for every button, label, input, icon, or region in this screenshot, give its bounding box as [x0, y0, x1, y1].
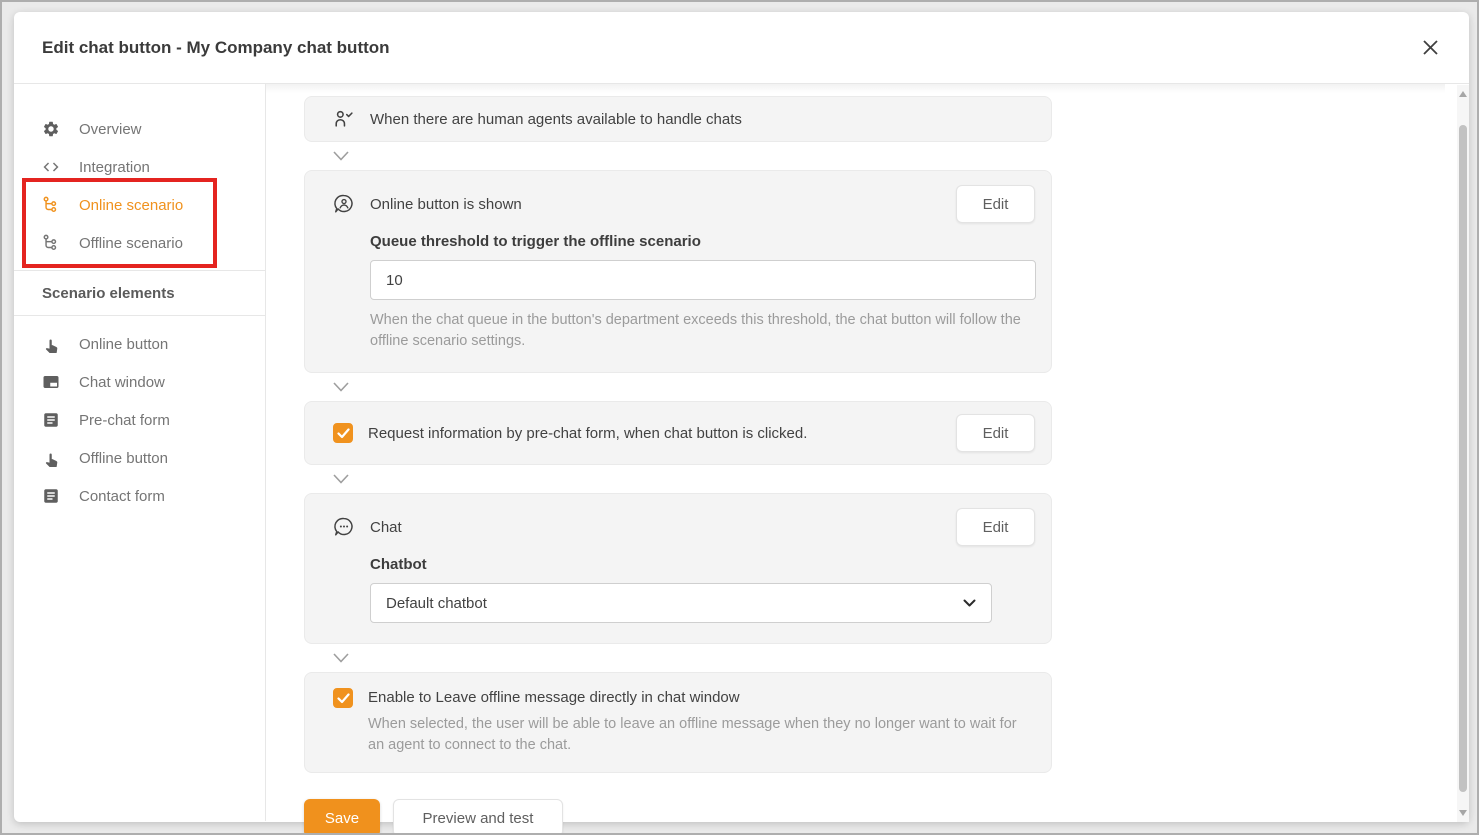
online-button-panel-title: Online button is shown	[370, 196, 522, 213]
scenario-tree-icon	[42, 196, 60, 214]
chatbot-selected-value: Default chatbot	[386, 595, 487, 612]
queue-threshold-help: When the chat queue in the button's depa…	[370, 310, 1035, 352]
sidebar-item-pre-chat-form[interactable]: Pre-chat form	[14, 401, 265, 439]
scrollbar-down-arrow[interactable]	[1457, 806, 1469, 820]
prechat-form-panel: Request information by pre-chat form, wh…	[304, 401, 1052, 465]
agent-bubble-icon	[333, 193, 355, 215]
sidebar-item-online-button[interactable]: Online button	[14, 325, 265, 363]
touch-button-icon	[42, 449, 60, 467]
scenario-content: When there are human agents available to…	[266, 84, 1469, 821]
action-bar: Save Preview and test	[304, 799, 1469, 835]
form-icon	[42, 487, 60, 505]
sidebar-item-integration[interactable]: Integration	[14, 148, 265, 186]
chevron-down-icon[interactable]	[333, 382, 349, 392]
preview-and-test-button[interactable]: Preview and test	[393, 799, 563, 835]
chevron-down-icon[interactable]	[333, 151, 349, 161]
close-icon	[1422, 39, 1439, 56]
save-button[interactable]: Save	[304, 799, 380, 835]
online-button-panel: Online button is shown Edit Queue thresh…	[304, 170, 1052, 373]
touch-button-icon	[42, 335, 60, 353]
availability-condition-text: When there are human agents available to…	[370, 111, 742, 128]
sidebar-item-offline-scenario[interactable]: Offline scenario	[14, 224, 265, 262]
chatbot-label: Chatbot	[370, 556, 1035, 573]
sidebar-item-offline-button[interactable]: Offline button	[14, 439, 265, 477]
chevron-down-icon[interactable]	[333, 474, 349, 484]
sidebar-item-label: Pre-chat form	[79, 412, 170, 429]
queue-threshold-input[interactable]	[370, 260, 1036, 300]
chat-bubble-icon	[333, 516, 355, 538]
gear-icon	[42, 120, 60, 138]
offline-message-help: When selected, the user will be able to …	[368, 714, 1035, 756]
chatbot-select[interactable]: Default chatbot	[370, 583, 992, 623]
edit-online-button[interactable]: Edit	[956, 185, 1035, 223]
scrollbar-up-arrow[interactable]	[1457, 87, 1469, 101]
dialog-title: Edit chat button - My Company chat butto…	[42, 38, 390, 58]
scrollbar-thumb[interactable]	[1459, 125, 1467, 792]
form-icon	[42, 411, 60, 429]
sidebar-item-label: Overview	[79, 121, 142, 138]
offline-message-label: Enable to Leave offline message directly…	[368, 689, 1035, 706]
chevron-down-icon[interactable]	[333, 653, 349, 663]
dialog-header: Edit chat button - My Company chat butto…	[14, 12, 1469, 84]
prechat-checkbox[interactable]	[333, 423, 353, 443]
edit-prechat-button[interactable]: Edit	[956, 414, 1035, 452]
chat-panel-title: Chat	[370, 519, 402, 536]
sidebar-item-contact-form[interactable]: Contact form	[14, 477, 265, 515]
chevron-down-icon	[963, 599, 976, 607]
sidebar-item-overview[interactable]: Overview	[14, 110, 265, 148]
screen: Edit chat button - My Company chat butto…	[0, 0, 1479, 835]
edit-chat-button[interactable]: Edit	[956, 508, 1035, 546]
chat-panel: Chat Edit Chatbot Default chatbot	[304, 493, 1052, 644]
queue-threshold-label: Queue threshold to trigger the offline s…	[370, 233, 1035, 250]
prechat-checkbox-label: Request information by pre-chat form, wh…	[368, 425, 807, 442]
sidebar-item-label: Online button	[79, 336, 168, 353]
sidebar-item-label: Chat window	[79, 374, 165, 391]
chat-window-icon	[42, 373, 60, 391]
close-button[interactable]	[1416, 34, 1444, 62]
sidebar-item-online-scenario[interactable]: Online scenario	[14, 186, 265, 224]
agent-available-icon	[333, 109, 355, 129]
scenario-elements-header: Scenario elements	[14, 271, 265, 315]
sidebar-item-label: Offline scenario	[79, 235, 183, 252]
offline-message-panel: Enable to Leave offline message directly…	[304, 672, 1052, 773]
scenario-tree-icon	[42, 234, 60, 252]
offline-message-checkbox[interactable]	[333, 688, 353, 708]
sidebar-item-label: Offline button	[79, 450, 168, 467]
availability-condition-panel: When there are human agents available to…	[304, 96, 1052, 142]
edit-chat-button-dialog: Edit chat button - My Company chat butto…	[14, 12, 1469, 822]
scrollbar[interactable]	[1457, 85, 1469, 822]
code-icon	[42, 158, 60, 176]
sidebar: Overview Integration Online scenario	[14, 84, 266, 821]
sidebar-item-chat-window[interactable]: Chat window	[14, 363, 265, 401]
sidebar-item-label: Contact form	[79, 488, 165, 505]
sidebar-item-label: Online scenario	[79, 197, 183, 214]
sidebar-item-label: Integration	[79, 159, 150, 176]
